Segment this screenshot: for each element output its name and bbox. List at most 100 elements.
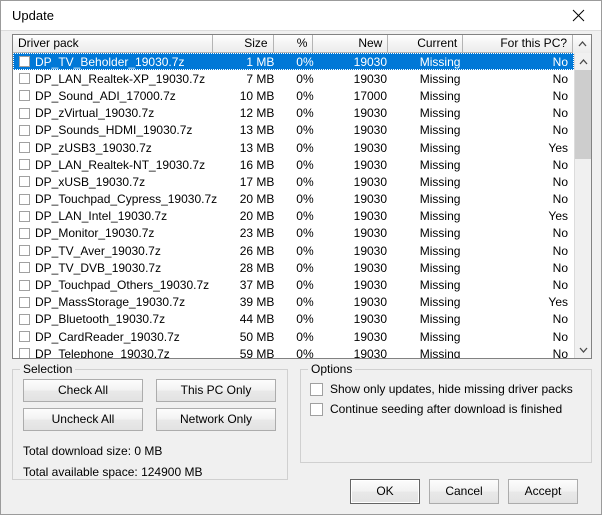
table-header-row: Driver pack Size % New Current For this … — [13, 35, 591, 54]
scrollbar-thumb[interactable] — [575, 70, 591, 159]
row-checkbox[interactable] — [19, 296, 30, 308]
cell-new: 19030 — [353, 295, 388, 310]
row-checkbox[interactable] — [19, 279, 30, 291]
cell-percent: 0% — [296, 226, 314, 241]
row-checkbox[interactable] — [19, 90, 30, 102]
table-row[interactable]: DP_Sound_ADI_17000.7z 10 MB 0% 17000 Missing… — [13, 87, 574, 104]
cell-driver-pack: DP_CardReader_19030.7z — [35, 329, 180, 344]
cell-current: Missing — [419, 226, 461, 241]
cell-current: Missing — [419, 260, 461, 275]
cell-driver-pack: DP_LAN_Realtek-XP_19030.7z — [35, 71, 206, 86]
cell-driver-pack: DP_Bluetooth_19030.7z — [35, 312, 166, 327]
table-row[interactable]: DP_xUSB_19030.7z 17 MB 0% 19030 Missing No — [13, 173, 574, 190]
selection-group-title: Selection — [20, 363, 76, 375]
column-header-driver-pack[interactable]: Driver pack — [13, 35, 213, 53]
row-checkbox[interactable] — [19, 313, 30, 325]
cell-current: Missing — [419, 312, 461, 327]
cell-current: Missing — [419, 346, 461, 358]
cell-new: 19030 — [353, 54, 388, 69]
row-checkbox[interactable] — [19, 245, 30, 257]
driver-pack-listview[interactable]: Driver pack Size % New Current For this … — [12, 34, 592, 359]
scroll-up-button[interactable] — [575, 53, 591, 70]
table-row[interactable]: DP_Bluetooth_19030.7z 44 MB 0% 19030 Missing… — [13, 311, 574, 328]
cell-percent: 0% — [296, 329, 314, 344]
row-checkbox[interactable] — [19, 227, 30, 239]
check-all-button[interactable]: Check All — [23, 379, 143, 402]
cell-size: 16 MB — [239, 157, 275, 172]
cell-percent: 0% — [296, 209, 314, 224]
cancel-button[interactable]: Cancel — [429, 479, 499, 504]
row-checkbox[interactable] — [19, 176, 30, 188]
cell-for-this-pc: No — [552, 174, 568, 189]
cell-new: 19030 — [353, 226, 388, 241]
cell-percent: 0% — [296, 278, 314, 293]
table-row[interactable]: DP_LAN_Realtek-XP_19030.7z 7 MB 0% 19030 Mis… — [13, 70, 574, 87]
row-checkbox[interactable] — [19, 193, 30, 205]
accept-button[interactable]: Accept — [508, 479, 578, 504]
vertical-scrollbar[interactable] — [574, 53, 591, 358]
row-checkbox[interactable] — [19, 56, 30, 68]
table-row[interactable]: DP_TV_DVB_19030.7z 28 MB 0% 19030 Missing No — [13, 259, 574, 276]
this-pc-only-button[interactable]: This PC Only — [156, 379, 276, 402]
cell-size: 17 MB — [239, 174, 275, 189]
column-header-current[interactable]: Current — [388, 35, 464, 53]
cell-size: 10 MB — [239, 88, 275, 103]
uncheck-all-button[interactable]: Uncheck All — [23, 408, 143, 431]
row-checkbox[interactable] — [19, 159, 30, 171]
cell-current: Missing — [419, 106, 461, 121]
cell-size: 59 MB — [239, 346, 275, 358]
column-header-for-this-pc[interactable]: For this PC? — [463, 35, 574, 53]
column-header-new[interactable]: New — [313, 35, 389, 53]
table-row[interactable]: DP_TV_Aver_19030.7z 26 MB 0% 19030 Missing No — [13, 242, 574, 259]
row-checkbox[interactable] — [19, 331, 30, 343]
table-row[interactable]: DP_MassStorage_19030.7z 39 MB 0% 19030 Missi… — [13, 294, 574, 311]
row-checkbox[interactable] — [19, 142, 30, 154]
table-row[interactable]: DP_zVirtual_19030.7z 12 MB 0% 19030 Missing N… — [13, 105, 574, 122]
network-only-button[interactable]: Network Only — [156, 408, 276, 431]
scroll-down-button[interactable] — [575, 341, 591, 358]
cell-driver-pack: DP_Monitor_19030.7z — [35, 226, 155, 241]
cell-new: 19030 — [353, 278, 388, 293]
table-row[interactable]: DP_zUSB3_19030.7z 13 MB 0% 19030 Missing Yes — [13, 139, 574, 156]
table-row[interactable]: DP_Touchpad_Others_19030.7z 37 MB 0% 19030 M… — [13, 276, 574, 293]
table-row[interactable]: DP_Sounds_HDMI_19030.7z 13 MB 0% 19030 Missi… — [13, 122, 574, 139]
option-continue-seeding[interactable]: Continue seeding after download is finis… — [310, 401, 562, 417]
cell-for-this-pc: No — [552, 346, 568, 358]
cell-current: Missing — [419, 209, 461, 224]
row-checkbox[interactable] — [19, 262, 30, 274]
column-header-percent[interactable]: % — [273, 35, 314, 53]
total-download-size-label: Total download size: 0 MB — [23, 444, 163, 458]
cell-percent: 0% — [296, 71, 314, 86]
cell-driver-pack: DP_TV_Beholder_19030.7z — [35, 54, 185, 69]
row-checkbox[interactable] — [19, 124, 30, 136]
cell-size: 20 MB — [239, 192, 275, 207]
row-checkbox[interactable] — [19, 210, 30, 222]
row-checkbox[interactable] — [19, 107, 30, 119]
table-row[interactable]: DP_Monitor_19030.7z 23 MB 0% 19030 Missing No — [13, 225, 574, 242]
checkbox-show-only-updates[interactable] — [310, 382, 323, 396]
row-checkbox[interactable] — [19, 73, 30, 85]
row-checkbox[interactable] — [19, 348, 30, 358]
table-row[interactable]: DP_CardReader_19030.7z 50 MB 0% 19030 Missin… — [13, 328, 574, 345]
chevron-up-icon — [578, 41, 587, 47]
table-row[interactable]: DP_TV_Beholder_19030.7z 1 MB 0% 19030 Missin… — [13, 53, 574, 71]
cell-driver-pack: DP_TV_DVB_19030.7z — [35, 260, 162, 275]
column-header-size[interactable]: Size — [212, 35, 274, 53]
ok-button[interactable]: OK — [350, 479, 420, 504]
cell-percent: 0% — [296, 260, 314, 275]
checkbox-continue-seeding[interactable] — [310, 402, 323, 416]
option-label-show-only-updates: Show only updates, hide missing driver p… — [330, 382, 573, 396]
option-show-only-updates[interactable]: Show only updates, hide missing driver p… — [310, 381, 573, 397]
update-dialog-window: Update Driver pack Size % New Current Fo… — [0, 0, 602, 515]
cell-size: 20 MB — [239, 209, 275, 224]
cell-percent: 0% — [296, 123, 314, 138]
cell-driver-pack: DP_Touchpad_Cypress_19030.7z — [35, 192, 218, 207]
table-row[interactable]: DP_Telephone_19030.7z 59 MB 0% 19030 Missing… — [13, 345, 574, 358]
close-button[interactable] — [556, 1, 601, 30]
table-row[interactable]: DP_LAN_Intel_19030.7z 20 MB 0% 19030 Missing… — [13, 208, 574, 225]
table-row[interactable]: DP_Touchpad_Cypress_19030.7z 20 MB 0% 19030… — [13, 191, 574, 208]
cell-new: 19030 — [353, 157, 388, 172]
cell-percent: 0% — [296, 54, 314, 69]
table-row[interactable]: DP_LAN_Realtek-NT_19030.7z 16 MB 0% 19030 Mi… — [13, 156, 574, 173]
cell-new: 19030 — [353, 123, 388, 138]
